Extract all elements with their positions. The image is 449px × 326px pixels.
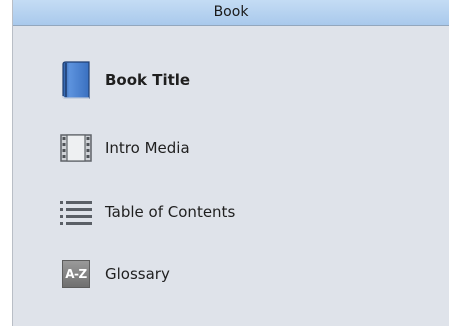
list-icon xyxy=(59,192,93,232)
glossary-az-icon: A-Z xyxy=(59,254,93,294)
sidebar-item-label: Table of Contents xyxy=(105,203,236,221)
sidebar-item-label: Book Title xyxy=(105,71,191,89)
sidebar-item-intro-media[interactable]: Intro Media xyxy=(13,120,449,176)
sidebar-item-book-title[interactable]: Book Title xyxy=(13,52,449,108)
sidebar-item-table-of-contents[interactable]: Table of Contents xyxy=(13,184,449,240)
sidebar-item-label: Intro Media xyxy=(105,139,190,157)
sidebar-item-glossary[interactable]: A-Z Glossary xyxy=(13,246,449,302)
panel-title: Book xyxy=(213,4,249,20)
film-strip-icon xyxy=(59,128,93,168)
az-badge: A-Z xyxy=(62,260,90,288)
book-panel: Book Book Title Intro Media Table of Con… xyxy=(12,0,449,326)
sidebar-item-label: Glossary xyxy=(105,265,170,283)
panel-header: Book xyxy=(13,0,449,26)
book-icon xyxy=(59,60,93,100)
